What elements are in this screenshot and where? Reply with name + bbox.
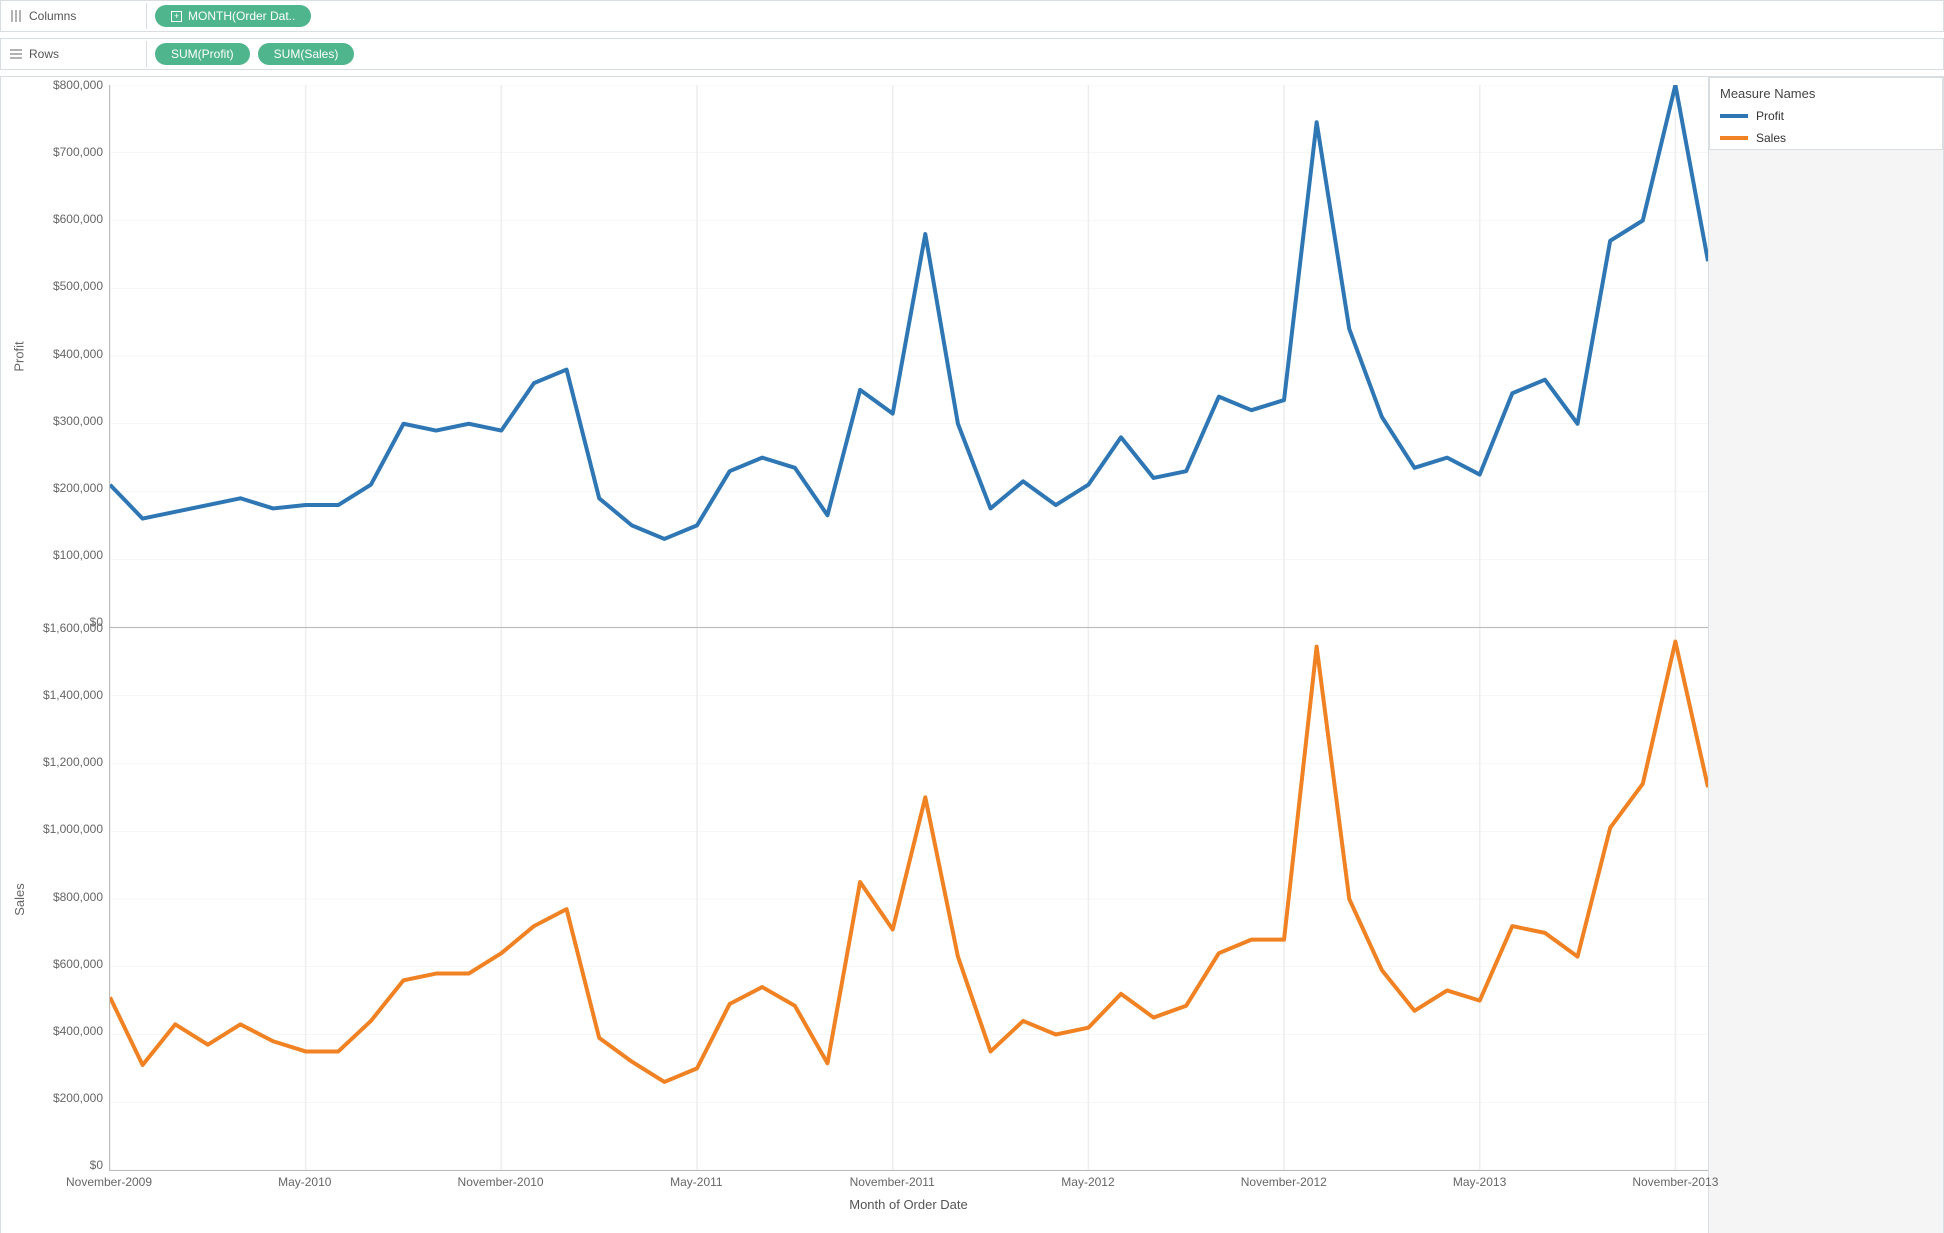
profit-chart-row: Profit $800,000$700,000$600,000$500,000$… (9, 85, 1708, 628)
expand-icon[interactable]: + (171, 11, 182, 22)
rows-pill-area[interactable]: SUM(Profit) SUM(Sales) (155, 43, 354, 65)
columns-pill-area[interactable]: + MONTH(Order Dat.. (155, 5, 311, 27)
x-axis-title: Month of Order Date (849, 1197, 968, 1212)
rows-pill-label-0: SUM(Profit) (171, 47, 234, 61)
legend-item-profit[interactable]: Profit (1710, 105, 1942, 127)
columns-pill-0[interactable]: + MONTH(Order Dat.. (155, 5, 311, 27)
x-tick: May-2010 (278, 1175, 331, 1189)
columns-icon (9, 9, 23, 23)
rows-pill-1[interactable]: SUM(Sales) (258, 43, 355, 65)
rows-shelf-label: Rows (7, 41, 147, 67)
rows-shelf-text: Rows (29, 47, 59, 61)
x-tick: November-2011 (850, 1175, 935, 1189)
columns-shelf-text: Columns (29, 9, 76, 23)
legend-item-label: Profit (1756, 109, 1784, 123)
legend-swatch-icon (1720, 136, 1748, 140)
visualization-area: Profit $800,000$700,000$600,000$500,000$… (0, 76, 1944, 1233)
sales-chart-row: Sales $1,600,000$1,400,000$1,200,000$1,0… (9, 628, 1708, 1171)
sales-line[interactable] (110, 642, 1708, 1082)
sales-y-axis-title: Sales (9, 628, 29, 1171)
x-tick: November-2009 (66, 1175, 152, 1189)
columns-pill-label-0: MONTH(Order Dat.. (188, 9, 295, 23)
x-tick: November-2013 (1632, 1175, 1718, 1189)
x-tick: May-2013 (1453, 1175, 1506, 1189)
legend-card: Measure Names Profit Sales (1709, 77, 1943, 150)
x-tick: May-2011 (670, 1175, 722, 1189)
profit-y-axis-label: Profit (12, 341, 27, 371)
shelves: Columns + MONTH(Order Dat.. Rows SUM(Prof… (0, 0, 1944, 76)
sales-y-axis-label: Sales (12, 883, 27, 916)
rows-pill-label-1: SUM(Sales) (274, 47, 339, 61)
legend-swatch-icon (1720, 114, 1748, 118)
legend-panel: Measure Names Profit Sales (1708, 77, 1943, 1233)
columns-shelf-label: Columns (7, 3, 147, 29)
profit-line[interactable] (110, 85, 1708, 539)
legend-item-sales[interactable]: Sales (1710, 127, 1942, 149)
legend-item-label: Sales (1756, 131, 1786, 145)
rows-pill-0[interactable]: SUM(Profit) (155, 43, 250, 65)
sales-plot[interactable] (109, 628, 1708, 1171)
chart-zone: Profit $800,000$700,000$600,000$500,000$… (1, 77, 1708, 1233)
profit-y-ticks: $800,000$700,000$600,000$500,000$400,000… (29, 85, 109, 628)
columns-shelf[interactable]: Columns + MONTH(Order Dat.. (0, 0, 1944, 32)
profit-plot[interactable] (109, 85, 1708, 628)
x-tick: May-2012 (1061, 1175, 1114, 1189)
rows-icon (9, 47, 23, 61)
x-tick: November-2012 (1241, 1175, 1327, 1189)
profit-y-axis-title: Profit (9, 85, 29, 628)
rows-shelf[interactable]: Rows SUM(Profit) SUM(Sales) (0, 38, 1944, 70)
sales-y-ticks: $1,600,000$1,400,000$1,200,000$1,000,000… (29, 628, 109, 1171)
legend-title: Measure Names (1710, 78, 1942, 105)
x-axis-ticks: Month of Order Date November-2009May-201… (109, 1171, 1708, 1227)
x-tick: November-2010 (458, 1175, 544, 1189)
x-axis: Month of Order Date November-2009 May-201… (9, 1171, 1708, 1227)
